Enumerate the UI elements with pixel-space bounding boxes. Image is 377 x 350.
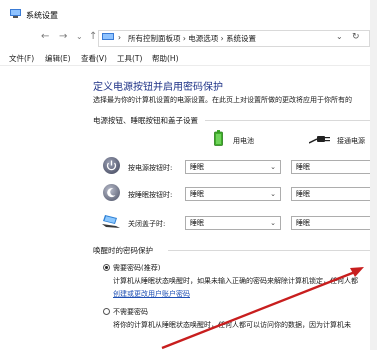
- chevron-down-icon: ⌄: [270, 190, 276, 198]
- require-password-radio[interactable]: [103, 264, 110, 271]
- refresh-icon[interactable]: ↻: [352, 32, 360, 42]
- select-value: 睡眠: [296, 190, 310, 198]
- menu-tools[interactable]: 工具(T): [117, 53, 142, 64]
- history-dropdown-icon[interactable]: ⌄: [76, 31, 83, 43]
- annotation-arrow: [161, 267, 364, 350]
- sleep-button-battery-select[interactable]: 睡眠 ⌄: [185, 187, 281, 201]
- power-plug-icon: [309, 136, 330, 144]
- select-value: 睡眠: [190, 219, 204, 227]
- page-title: 定义电源按钮并启用密码保护: [93, 82, 223, 93]
- row-label-sleep-button: 按睡眠按钮时:: [128, 191, 173, 199]
- section-title-buttons: 电源按钮、睡眠按钮和盖子设置: [93, 116, 198, 125]
- chevron-down-icon: ⌄: [270, 219, 276, 227]
- column-header-plugged-in: 接通电源: [337, 137, 365, 145]
- power-button-icon: [103, 157, 120, 174]
- breadcrumb-item-control-panel[interactable]: 所有控制面板项: [128, 34, 181, 43]
- select-value: 睡眠: [190, 190, 204, 198]
- chevron-down-icon: ⌄: [270, 163, 276, 171]
- control-panel-small-icon: [102, 33, 114, 40]
- back-arrow-icon[interactable]: ←: [41, 31, 49, 43]
- section-divider: [168, 250, 377, 251]
- laptop-lid-icon: [102, 215, 120, 228]
- breadcrumb-item-power-options[interactable]: 电源选项: [188, 34, 218, 43]
- lid-close-plugged-select[interactable]: 睡眠⌄: [291, 216, 377, 230]
- no-password-label[interactable]: 不需要密码: [113, 307, 148, 317]
- up-arrow-icon[interactable]: ↑: [89, 31, 97, 43]
- select-value: 睡眠: [296, 219, 310, 227]
- battery-icon: [214, 130, 223, 146]
- window-title: 系统设置: [26, 11, 58, 20]
- breadcrumb-separator: ›: [118, 33, 121, 42]
- row-label-lid-close: 关闭盖子时:: [128, 220, 166, 228]
- breadcrumb-separator: ›: [182, 34, 186, 43]
- breadcrumb-item-system-settings[interactable]: 系统设置: [226, 34, 256, 43]
- section-divider: [205, 120, 377, 121]
- menu-view[interactable]: 查看(V): [81, 53, 107, 64]
- forward-arrow-icon[interactable]: →: [59, 31, 67, 43]
- section-title-password: 唤醒时的密码保护: [93, 246, 153, 255]
- menu-file[interactable]: 文件(F): [9, 53, 34, 64]
- control-panel-icon: [10, 9, 21, 18]
- lid-close-battery-select[interactable]: 睡眠 ⌄: [185, 216, 281, 230]
- select-value: 睡眠: [190, 163, 204, 171]
- window-edge: [370, 0, 377, 350]
- breadcrumb: 所有控制面板项 › 电源选项 › 系统设置: [128, 33, 256, 44]
- page-description: 选择最为你的计算机设置的电源设置。在此页上对设置所做的更改将应用于你所有的: [93, 96, 352, 104]
- column-header-battery: 用电池: [233, 137, 254, 145]
- sleep-button-plugged-select[interactable]: 睡眠⌄: [291, 187, 377, 201]
- no-password-radio[interactable]: [103, 308, 110, 315]
- address-dropdown-icon[interactable]: ⌄: [336, 32, 343, 41]
- power-button-plugged-select[interactable]: 睡眠⌄: [291, 160, 377, 174]
- select-value: 睡眠: [296, 163, 310, 171]
- sleep-button-icon: [103, 184, 120, 201]
- menu-help[interactable]: 帮助(H): [152, 53, 179, 64]
- power-button-battery-select[interactable]: 睡眠 ⌄: [185, 160, 281, 174]
- breadcrumb-separator: ›: [220, 34, 224, 43]
- row-label-power-button: 按电源按钮时:: [128, 164, 173, 172]
- menu-edit[interactable]: 编辑(E): [45, 53, 71, 64]
